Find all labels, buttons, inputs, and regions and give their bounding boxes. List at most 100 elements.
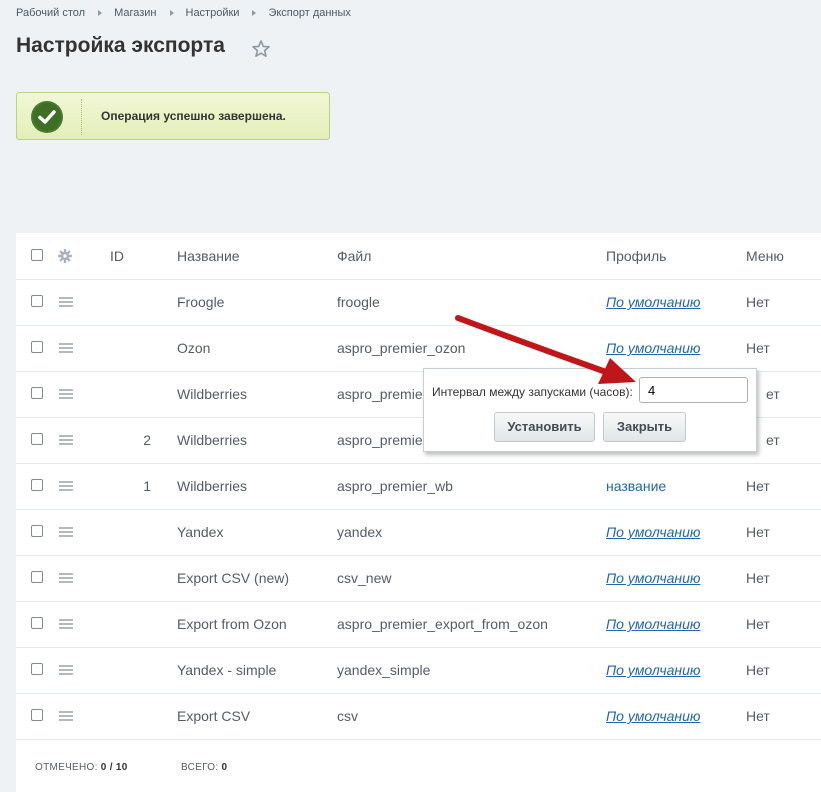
row-checkbox[interactable] [31,571,43,583]
table-row[interactable]: Ozon aspro_premier_ozon По умолчанию Нет [16,325,821,372]
cell-profile-link[interactable]: По умолчанию [606,340,700,356]
hamburger-menu-icon[interactable] [59,343,73,353]
cell-menu: Нет [746,478,770,494]
cell-name: Ozon [177,340,211,356]
checked-label: ОТМЕЧЕНО: [35,762,98,773]
cell-name: Export from Ozon [177,616,287,632]
cell-name: Yandex - simple [177,662,277,678]
cell-file: csv [337,708,358,724]
cell-profile-link[interactable]: По умолчанию [606,294,700,310]
cell-file: yandex_simple [337,662,431,678]
page-title: Настройка экспорта [16,34,225,57]
cell-menu: Нет [746,616,770,632]
cell-name: Export CSV (new) [177,570,290,586]
cell-id: 1 [143,478,151,494]
row-checkbox[interactable] [31,295,43,307]
hamburger-menu-icon[interactable] [59,619,73,629]
row-checkbox[interactable] [31,387,43,399]
cell-name: Wildberries [177,386,248,402]
cell-file: aspro_premie [337,432,423,448]
breadcrumb-item-settings[interactable]: Настройки [186,7,240,19]
table-row[interactable]: Yandex - simple yandex_simple По умолчан… [16,647,821,694]
checked-count: ОТМЕЧЕНО: 0 / 10 [35,762,128,773]
cell-profile-link[interactable]: По умолчанию [606,570,700,586]
cell-menu: Нет [746,294,770,310]
chevron-right-icon [169,9,174,16]
hamburger-menu-icon[interactable] [59,711,73,721]
cell-menu: Нет [746,340,770,356]
breadcrumb-item-export[interactable]: Экспорт данных [268,7,350,19]
hamburger-menu-icon[interactable] [59,481,73,491]
breadcrumb: Рабочий стол Магазин Настройки Экспорт данн… [16,7,351,19]
total-count: ВСЕГО: 0 [181,762,227,773]
chevron-right-icon [252,9,257,16]
checkmark-icon [31,101,63,133]
cell-file: yandex [337,524,383,540]
cell-menu: ет [766,432,780,448]
cell-profile-link[interactable]: По умолчанию [606,524,700,540]
cell-profile-link[interactable]: По умолчанию [606,616,700,632]
breadcrumb-item-desktop[interactable]: Рабочий стол [16,7,85,19]
cell-id: 2 [143,432,151,448]
column-header-name[interactable]: Название [177,233,240,279]
interval-input[interactable] [639,377,748,403]
row-checkbox[interactable] [31,525,43,537]
cell-menu: ет [766,386,780,402]
cell-file: aspro_premie [337,386,423,402]
table-row[interactable]: Yandex yandex По умолчанию Нет [16,509,821,556]
hamburger-menu-icon[interactable] [59,665,73,675]
interval-label: Интервал между запусками (часов): [432,385,633,399]
hamburger-menu-icon[interactable] [59,435,73,445]
cell-profile-link[interactable]: название [606,478,666,494]
column-header-menu[interactable]: Меню [746,233,784,279]
hamburger-menu-icon[interactable] [59,389,73,399]
cell-menu: Нет [746,570,770,586]
breadcrumb-item-shop[interactable]: Магазин [114,7,156,19]
interval-popup: Интервал между запусками (часов): Устано… [423,368,757,452]
select-all-checkbox[interactable] [31,249,43,261]
cell-profile-link[interactable]: По умолчанию [606,708,700,724]
row-checkbox[interactable] [31,479,43,491]
column-header-file[interactable]: Файл [337,233,371,279]
column-header-profile[interactable]: Профиль [606,233,666,279]
cell-file: froogle [337,294,380,310]
cell-menu: Нет [746,524,770,540]
cell-name: Export CSV [177,708,251,724]
cell-name: Froogle [177,294,225,310]
hamburger-menu-icon[interactable] [59,297,73,307]
hamburger-menu-icon[interactable] [59,573,73,583]
checked-value: 0 / 10 [100,762,128,773]
cell-file: aspro_premier_ozon [337,340,466,356]
table-row[interactable]: Export CSV (new) csv_new По умолчанию Не… [16,555,821,602]
row-checkbox[interactable] [31,617,43,629]
table-header: ID Название Файл Профиль Меню [16,233,821,280]
cell-menu: Нет [746,662,770,678]
success-alert: Операция успешно завершена. [16,92,330,140]
row-checkbox[interactable] [31,341,43,353]
table-row[interactable]: Export CSV csv По умолчанию Нет [16,693,821,740]
table-row[interactable]: Export from Ozon aspro_premier_export_fr… [16,601,821,648]
export-table: ID Название Файл Профиль Меню Froogle fr… [16,233,821,792]
total-label: ВСЕГО: [181,762,219,773]
column-header-id[interactable]: ID [110,233,152,279]
set-button[interactable]: Установить [494,412,595,442]
cell-file: aspro_premier_wb [337,478,453,494]
row-checkbox[interactable] [31,433,43,445]
total-value: 0 [221,762,228,773]
cell-name: Yandex [177,524,224,540]
table-row[interactable]: Froogle froogle По умолчанию Нет [16,279,821,326]
row-checkbox[interactable] [31,663,43,675]
cell-file: csv_new [337,570,392,586]
hamburger-menu-icon[interactable] [59,527,73,537]
table-row[interactable]: 1 Wildberries aspro_premier_wb название … [16,463,821,510]
star-icon[interactable] [251,39,271,59]
cell-profile-link[interactable]: По умолчанию [606,662,700,678]
alert-divider [81,99,82,135]
cell-name: Wildberries [177,432,248,448]
close-button[interactable]: Закрыть [603,412,686,442]
gear-icon[interactable] [58,249,72,263]
alert-message: Операция успешно завершена. [101,109,286,123]
row-checkbox[interactable] [31,709,43,721]
cell-file: aspro_premier_export_from_ozon [337,616,548,632]
chevron-right-icon [98,9,103,16]
